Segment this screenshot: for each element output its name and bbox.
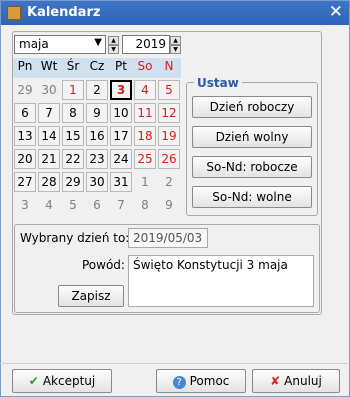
window-title: Kalendarz [27,5,101,20]
calendar-day[interactable]: 10 [110,103,132,123]
month-up-icon[interactable]: ▲ [108,36,119,45]
accept-button[interactable]: ✔ Akceptuj [12,369,112,393]
reason-label: Powód: [82,258,125,272]
cancel-button[interactable]: ✘ Anuluj [252,369,340,393]
title-bar: Kalendarz ✕ [1,1,349,25]
calendar-day[interactable]: 9 [158,195,180,215]
calendar-day[interactable]: 20 [14,149,36,169]
calendar-day[interactable]: 8 [62,103,84,123]
help-icon: ? [172,376,186,389]
calendar-day[interactable]: 22 [62,149,84,169]
year-down-icon[interactable]: ▼ [170,45,181,54]
date-label: Wybrany dzień to: [20,231,130,245]
weekend-working-button[interactable]: So-Nd: robocze [192,156,312,178]
calendar-day[interactable]: 29 [14,80,36,100]
ustaw-legend: Ustaw [194,76,242,90]
calendar-day-selected[interactable]: 3 [110,80,132,100]
calendar-day[interactable]: 2 [158,172,180,192]
calendar-day[interactable]: 2 [86,80,108,100]
chevron-down-icon: ▼ [94,37,102,48]
calendar-day[interactable]: 11 [134,103,156,123]
calendar-day[interactable]: 30 [86,172,108,192]
calendar-day[interactable]: 29 [62,172,84,192]
calendar-day[interactable]: 21 [38,149,60,169]
calendar-day[interactable]: 15 [62,126,84,146]
calendar-day[interactable]: 28 [38,172,60,192]
close-icon[interactable]: ✕ [329,2,343,22]
day-header: Pn [17,59,33,73]
accept-label: Akceptuj [42,374,96,388]
year-up-icon[interactable]: ▲ [170,36,181,45]
day-header: Śr [66,59,80,73]
date-value: 2019/05/03 [133,231,203,245]
calendar-day[interactable]: 17 [110,126,132,146]
calendar-day[interactable]: 16 [86,126,108,146]
free-day-button[interactable]: Dzień wolny [192,126,312,148]
calendar-day[interactable]: 1 [62,80,84,100]
calendar-day[interactable]: 24 [110,149,132,169]
calendar-day[interactable]: 19 [158,126,180,146]
calendar-day[interactable]: 6 [14,103,36,123]
calendar-day[interactable]: 7 [110,195,132,215]
calendar-day[interactable]: 1 [134,172,156,192]
day-header: Wt [40,59,58,73]
reason-value: Święto Konstytucji 3 maja [133,258,288,272]
calendar-day[interactable]: 27 [14,172,36,192]
calendar-day[interactable]: 6 [86,195,108,215]
save-button[interactable]: Zapisz [58,285,124,307]
calendar-day[interactable]: 18 [134,126,156,146]
cancel-label: Anuluj [284,374,322,388]
calendar-day[interactable]: 12 [158,103,180,123]
calendar-app-icon [7,6,21,20]
working-day-button[interactable]: Dzień roboczy [192,96,312,118]
calendar-day[interactable]: 25 [134,149,156,169]
calendar-day[interactable]: 4 [134,80,156,100]
calendar-day[interactable]: 3 [14,195,36,215]
day-header: So [137,59,153,73]
date-field: 2019/05/03 [128,228,208,248]
reason-field[interactable]: Święto Konstytucji 3 maja [128,255,314,307]
calendar-day[interactable]: 8 [134,195,156,215]
help-label: Pomoc [189,374,230,388]
day-header: Cz [89,59,105,73]
calendar-day[interactable]: 7 [38,103,60,123]
calendar-day[interactable]: 4 [38,195,60,215]
calendar-day[interactable]: 23 [86,149,108,169]
calendar-day[interactable]: 9 [86,103,108,123]
month-select-value: maja [19,37,49,51]
day-header: N [164,59,174,73]
calendar-day[interactable]: 14 [38,126,60,146]
year-value: 2019 [135,37,166,51]
check-icon: ✔ [28,374,39,388]
calendar-day[interactable]: 30 [38,80,60,100]
year-input[interactable]: 2019 [122,35,170,54]
weekend-free-button[interactable]: So-Nd: wolne [192,186,312,208]
calendar-day[interactable]: 26 [158,149,180,169]
calendar-day[interactable]: 5 [62,195,84,215]
cancel-icon: ✘ [270,374,281,388]
month-select[interactable]: maja ▼ [14,35,106,54]
day-header: Pt [115,59,127,73]
help-button[interactable]: ? Pomoc [156,369,246,393]
calendar-day[interactable]: 31 [110,172,132,192]
month-down-icon[interactable]: ▼ [108,45,119,54]
calendar-day[interactable]: 13 [14,126,36,146]
calendar-day[interactable]: 5 [158,80,180,100]
